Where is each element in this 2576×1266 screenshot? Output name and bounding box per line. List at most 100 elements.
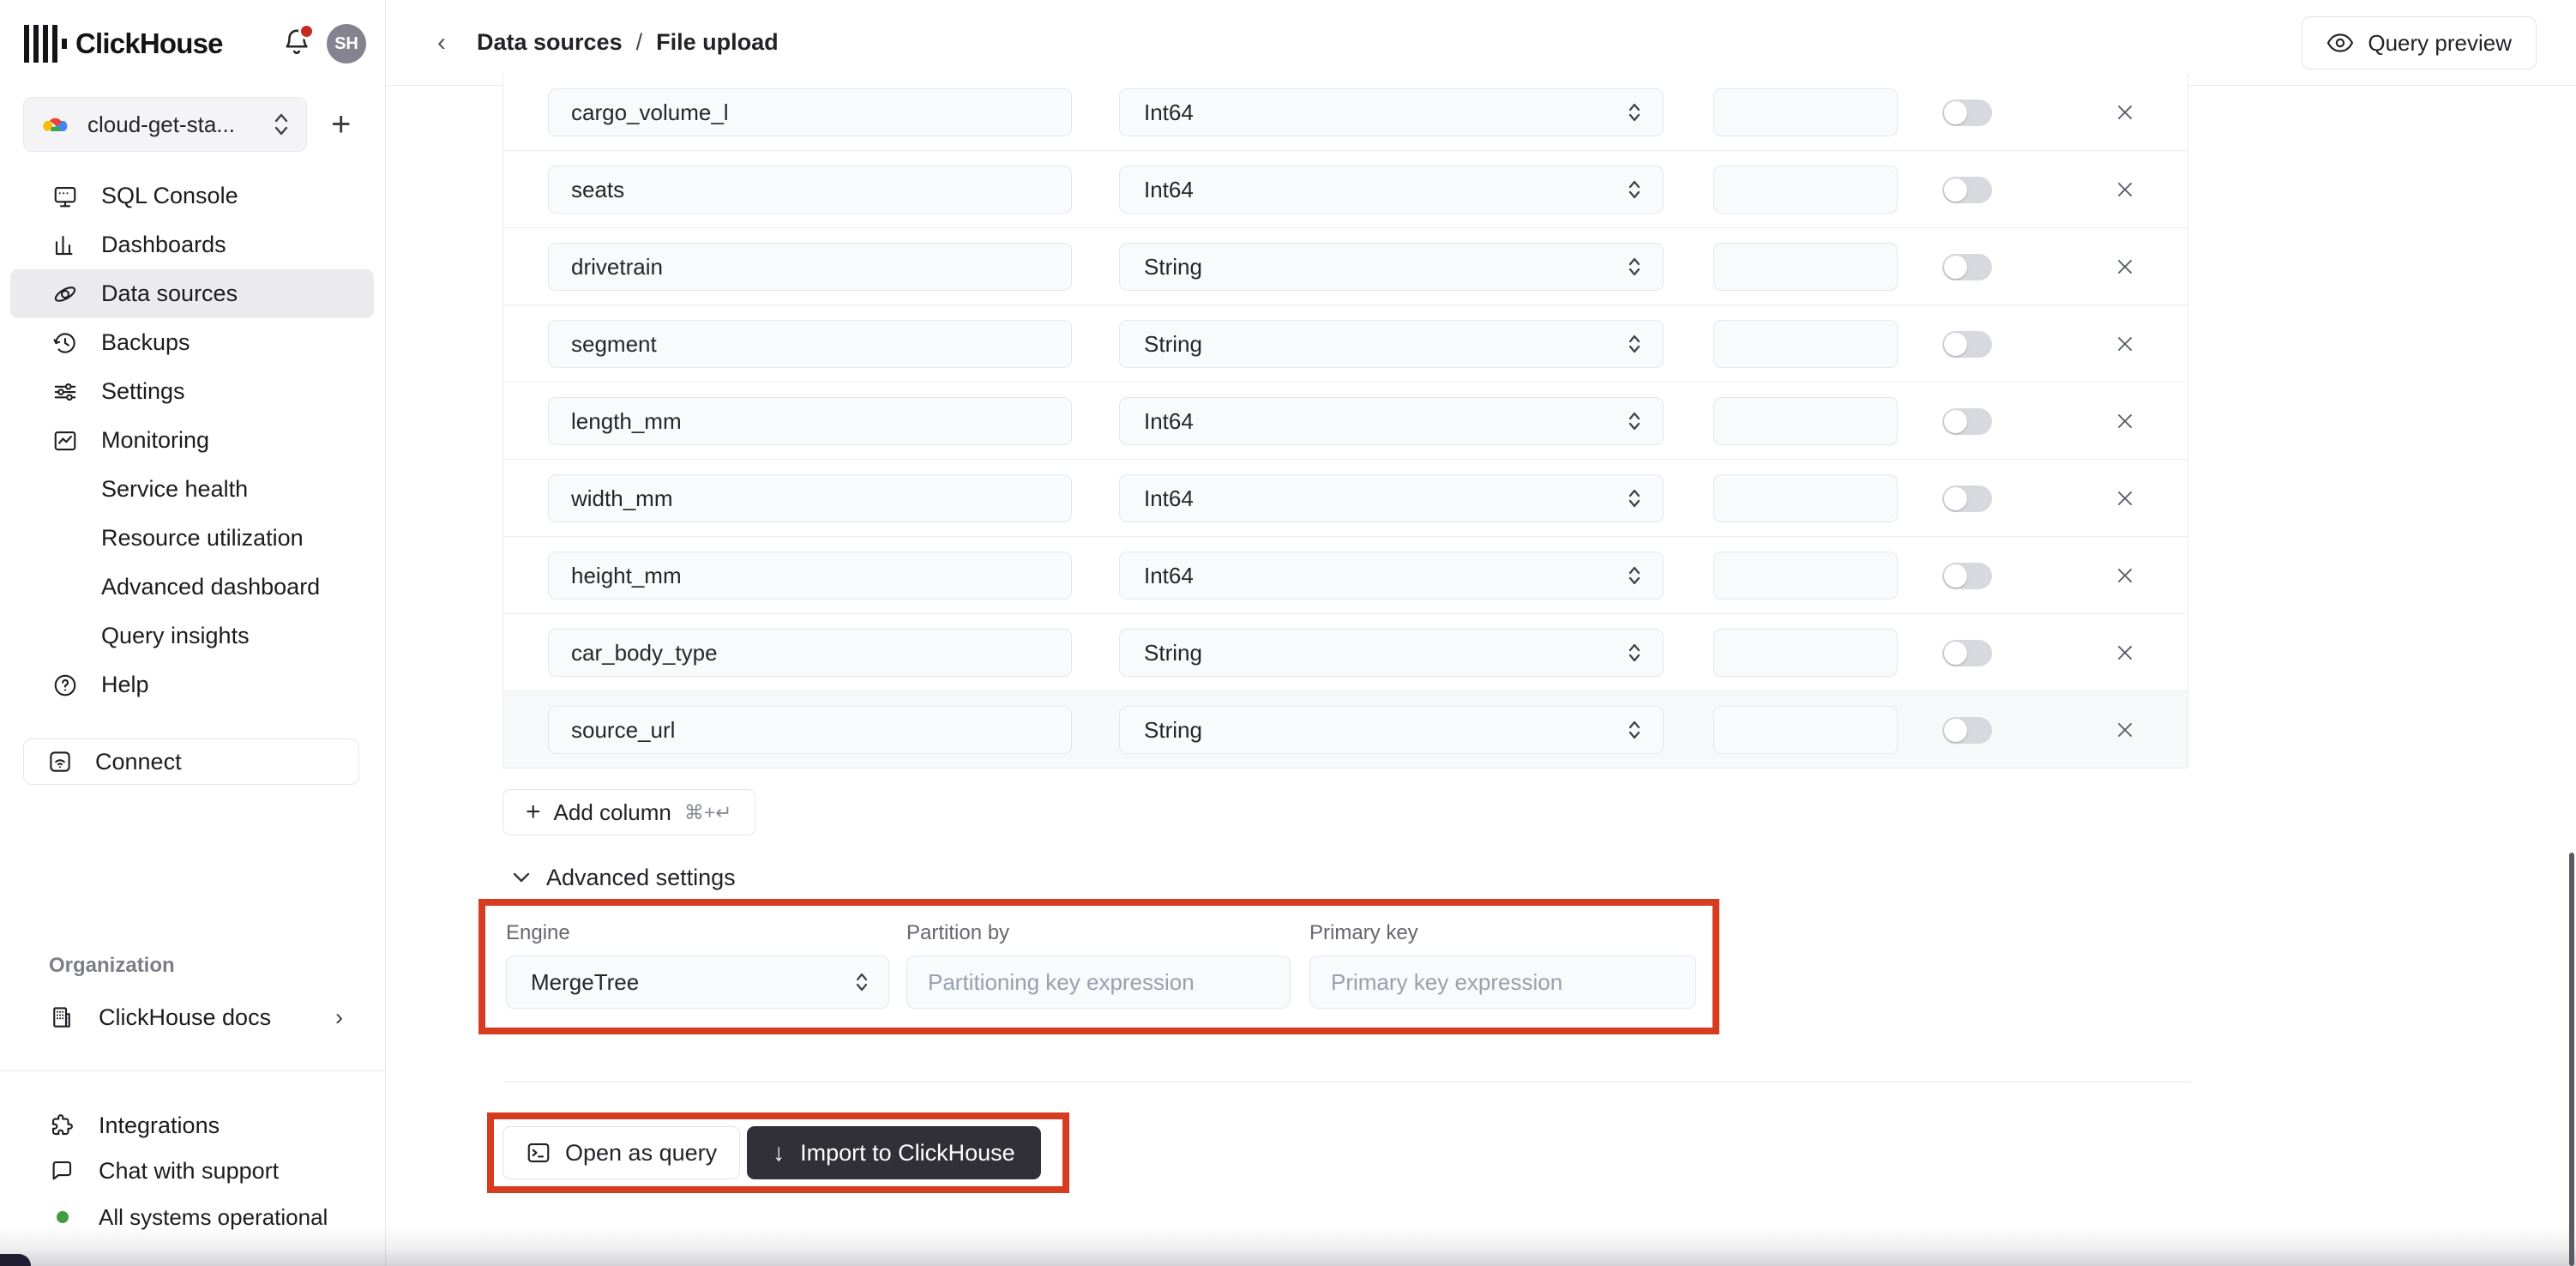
column-default-input[interactable] (1713, 706, 1898, 754)
column-name-input[interactable] (548, 320, 1072, 368)
column-row: Int64 (503, 383, 2188, 460)
column-type-select[interactable]: Int64 (1119, 397, 1664, 445)
sidebar-item-dashboards[interactable]: Dashboards (10, 220, 374, 269)
column-default-input[interactable] (1713, 552, 1898, 600)
column-default-input[interactable] (1713, 166, 1898, 214)
sidebar-item-query-insights[interactable]: Query insights (10, 612, 374, 660)
column-type-select[interactable]: Int64 (1119, 552, 1664, 600)
vertical-scrollbar[interactable] (2569, 853, 2574, 1266)
add-column-label: Add column (554, 799, 671, 826)
sidebar-item-advanced-dashboard[interactable]: Advanced dashboard (10, 563, 374, 612)
system-status-row[interactable]: All systems operational (10, 1193, 374, 1241)
column-type-select[interactable]: String (1119, 629, 1664, 677)
column-type-select[interactable]: Int64 (1119, 88, 1664, 136)
nullable-toggle[interactable] (1942, 563, 1992, 589)
dashboards-icon (51, 232, 79, 258)
import-to-clickhouse-button[interactable]: ↓ Import to ClickHouse (747, 1126, 1041, 1179)
add-column-button[interactable]: + Add column ⌘+↵ (503, 789, 755, 835)
column-type-select[interactable]: Int64 (1119, 474, 1664, 522)
breadcrumb-separator: / (636, 29, 643, 56)
remove-column-icon[interactable] (2106, 325, 2144, 363)
avatar[interactable]: SH (327, 24, 366, 63)
column-default-input[interactable] (1713, 629, 1898, 677)
sidebar-item-clickhouse-docs[interactable]: ClickHouse docs › (10, 993, 374, 1041)
remove-column-icon[interactable] (2106, 711, 2144, 749)
nullable-toggle[interactable] (1942, 177, 1992, 203)
status-dot (57, 1211, 69, 1223)
connect-icon (47, 749, 75, 775)
column-type-value: Int64 (1144, 563, 1627, 589)
nullable-toggle[interactable] (1942, 254, 1992, 280)
open-as-query-button[interactable]: Open as query (503, 1126, 740, 1179)
column-name-input[interactable] (548, 397, 1072, 445)
remove-column-icon[interactable] (2106, 171, 2144, 208)
sidebar-item-label: Query insights (101, 623, 250, 649)
select-chevron-updown-icon (1627, 101, 1642, 124)
sidebar-item-monitoring[interactable]: Monitoring (10, 416, 374, 465)
status-label: All systems operational (99, 1204, 328, 1231)
remove-column-icon[interactable] (2106, 557, 2144, 594)
column-name-input[interactable] (548, 474, 1072, 522)
engine-select[interactable]: MergeTree (506, 956, 889, 1009)
sidebar-item-backups[interactable]: Backups (10, 318, 374, 367)
nullable-toggle[interactable] (1942, 99, 1992, 126)
sidebar-menu: SQL Console Dashboards Data sources (10, 172, 374, 709)
column-default-input[interactable] (1713, 397, 1898, 445)
sidebar-item-help[interactable]: Help (10, 660, 374, 709)
remove-column-icon[interactable] (2106, 479, 2144, 517)
column-name-input[interactable] (548, 88, 1072, 136)
column-type-value: String (1144, 331, 1627, 358)
primary-key-input[interactable] (1309, 956, 1696, 1009)
column-name-input[interactable] (548, 552, 1072, 600)
query-preview-button[interactable]: Query preview (2302, 16, 2537, 69)
notifications-bell-icon[interactable] (282, 27, 313, 61)
column-default-input[interactable] (1713, 88, 1898, 136)
column-name-input[interactable] (548, 706, 1072, 754)
nullable-toggle[interactable] (1942, 331, 1992, 358)
column-default-input[interactable] (1713, 320, 1898, 368)
add-column-shortcut: ⌘+↵ (684, 801, 732, 824)
page-header: ‹ Data sources / File upload Query previ… (386, 0, 2576, 86)
sidebar-item-settings[interactable]: Settings (10, 367, 374, 416)
sidebar-item-sql-console[interactable]: SQL Console (10, 172, 374, 220)
column-default-input[interactable] (1713, 474, 1898, 522)
column-row: String (503, 614, 2188, 691)
sidebar-item-resource-utilization[interactable]: Resource utilization (10, 514, 374, 563)
column-type-value: String (1144, 717, 1627, 744)
advanced-settings-toggle[interactable]: Advanced settings (512, 858, 2576, 897)
remove-column-icon[interactable] (2106, 402, 2144, 440)
sidebar-item-service-health[interactable]: Service health (10, 465, 374, 514)
back-chevron-icon[interactable]: ‹ (437, 28, 446, 57)
column-name-input[interactable] (548, 629, 1072, 677)
partition-by-label: Partition by (906, 921, 1291, 945)
column-type-select[interactable]: String (1119, 243, 1664, 291)
column-type-select[interactable]: String (1119, 320, 1664, 368)
download-arrow-icon: ↓ (773, 1139, 785, 1167)
chat-widget-corner (0, 1254, 31, 1266)
remove-column-icon[interactable] (2106, 634, 2144, 672)
nullable-toggle[interactable] (1942, 408, 1992, 435)
column-type-select[interactable]: String (1119, 706, 1664, 754)
nullable-toggle[interactable] (1942, 640, 1992, 666)
add-service-button[interactable]: + (331, 107, 351, 142)
column-type-select[interactable]: Int64 (1119, 166, 1664, 214)
organization-section-label: Organization (49, 954, 175, 978)
sidebar-item-label: Settings (101, 378, 185, 405)
sidebar-item-chat-support[interactable]: Chat with support (10, 1147, 374, 1195)
remove-column-icon[interactable] (2106, 248, 2144, 286)
remove-column-icon[interactable] (2106, 93, 2144, 131)
sidebar-divider (0, 1070, 386, 1071)
nullable-toggle[interactable] (1942, 717, 1992, 744)
connect-button[interactable]: Connect (23, 738, 359, 785)
nullable-toggle[interactable] (1942, 485, 1992, 512)
breadcrumb-data-sources[interactable]: Data sources (477, 29, 623, 56)
column-default-input[interactable] (1713, 243, 1898, 291)
column-name-input[interactable] (548, 243, 1072, 291)
columns-table-body: Int64 Int64 (503, 74, 2188, 769)
column-row: Int64 (503, 151, 2188, 228)
sidebar-item-data-sources[interactable]: Data sources (10, 269, 374, 318)
sidebar-item-integrations[interactable]: Integrations (10, 1101, 374, 1149)
partition-by-input[interactable] (906, 956, 1291, 1009)
column-name-input[interactable] (548, 166, 1072, 214)
service-selector[interactable]: cloud-get-sta... (23, 97, 307, 152)
